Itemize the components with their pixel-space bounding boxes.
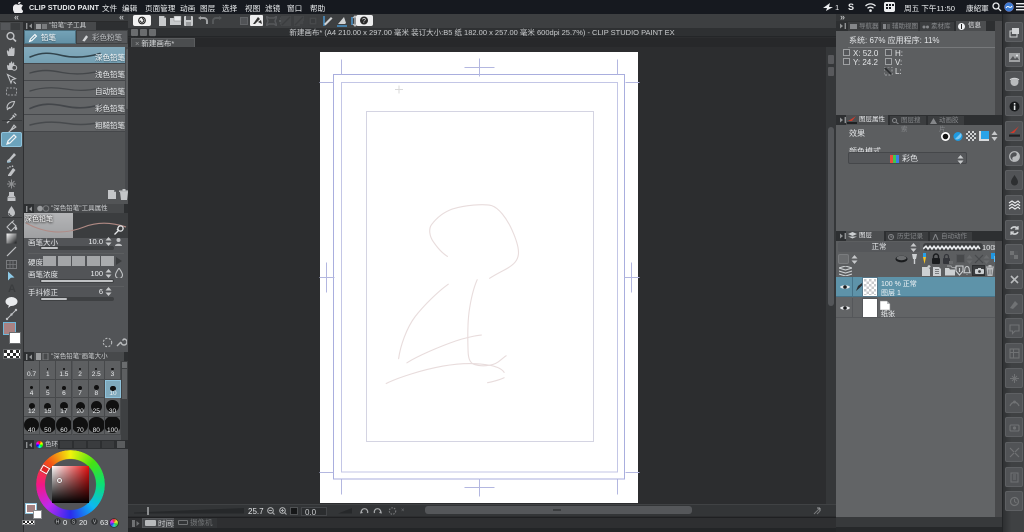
svg-text:?: ?: [362, 18, 366, 25]
svg-text:H: H: [56, 519, 60, 525]
